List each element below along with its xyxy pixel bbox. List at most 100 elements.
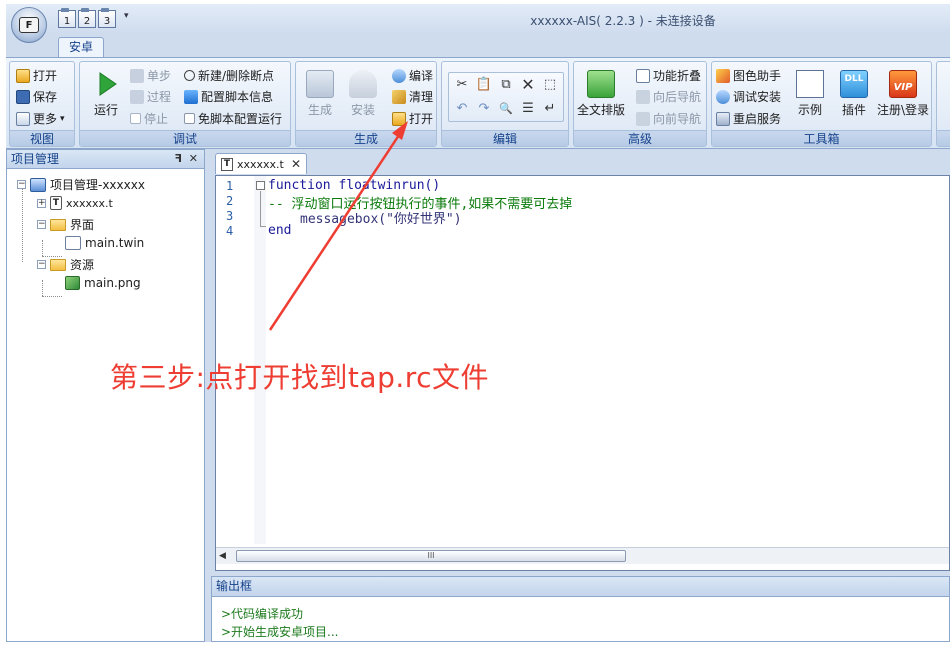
tree-node-script-file[interactable]: + T xxxxxx.t (37, 196, 113, 210)
indent-icon[interactable]: ☰ (519, 100, 537, 118)
close-icon[interactable]: ✕ (189, 150, 198, 168)
tree-root-node[interactable]: − 项目管理-xxxxxx (17, 176, 145, 193)
project-icon (30, 177, 46, 192)
close-tab-icon[interactable]: ✕ (291, 157, 301, 171)
vip-icon: VIP (889, 70, 918, 98)
compile-button[interactable]: 编译 (392, 67, 433, 84)
generate-button[interactable]: 生成 (306, 70, 334, 118)
code-line: messagebox("你好世界") (300, 212, 462, 227)
select-all-icon[interactable]: ⬚ (541, 76, 559, 94)
tree-node-resource-file[interactable]: main.png (65, 276, 141, 290)
annotation-text: 第三步:点打开找到tap.rc文件 (110, 361, 490, 394)
debug-install-icon (716, 89, 730, 104)
clean-button[interactable]: 清理 (392, 88, 433, 105)
output-line: >代码编译成功 (221, 607, 304, 621)
dll-icon: DLL (840, 70, 868, 98)
fold-icon (636, 68, 650, 83)
collapse-block-icon[interactable] (256, 181, 265, 190)
no-config-run-checkbox[interactable]: 免脚本配置运行 (184, 110, 282, 127)
ribbon-group-label-advanced: 高级 (574, 130, 706, 146)
chevron-down-icon: ▾ (60, 113, 65, 124)
output-line: >开始生成安卓项目... (221, 625, 339, 639)
ribbon-group-label-debug: 调试 (80, 130, 290, 146)
compile-icon (392, 68, 406, 83)
scrollbar-thumb[interactable]: III (236, 550, 626, 562)
tab-script-file[interactable]: T xxxxxx.t ✕ (215, 153, 307, 174)
expand-icon[interactable]: + (37, 198, 46, 208)
tree-node-resource-folder[interactable]: − 资源 (37, 256, 94, 273)
tab-android[interactable]: 安卓 (58, 37, 104, 58)
delete-icon[interactable]: ✕ (519, 76, 537, 94)
step-over-icon (130, 89, 144, 104)
window-title: xxxxxx-AIS( 2.2.3 ) - 未连接设备 (530, 14, 716, 28)
folder-icon (50, 218, 66, 231)
cut-icon[interactable]: ✂ (453, 76, 471, 94)
ribbon-group-view: 打开 保存 更多 ▾ 视图 (9, 61, 75, 147)
project-panel-title: 项目管理 (11, 152, 60, 166)
collapse-icon[interactable]: − (17, 180, 26, 189)
navigate-back-button[interactable]: 向后导航 (636, 88, 701, 105)
collapse-icon[interactable]: − (37, 220, 46, 229)
step-button[interactable]: 单步 (130, 67, 171, 84)
paste-icon[interactable]: 📋 (475, 76, 493, 94)
open-project-button[interactable]: 打开 (16, 67, 57, 84)
example-button[interactable]: 示例 (796, 70, 824, 118)
image-file-icon (65, 276, 80, 290)
function-fold-button[interactable]: 功能折叠 (636, 67, 701, 84)
undo-icon[interactable]: ↶ (453, 100, 471, 118)
ribbon-group-label-overflow (937, 130, 950, 146)
debug-install-button[interactable]: 调试安装 (716, 88, 781, 105)
app-logo-letter: F (19, 17, 39, 33)
ribbon-group-toolbox: 图色助手 调试安装 重启服务 示例 DLL 插件 VIP 注册\登录 工具箱 (711, 61, 932, 147)
tree-node-ui-folder[interactable]: − 界面 (37, 216, 94, 233)
edit-tools-box: ✂ 📋 ⧉ ✕ ⬚ ↶ ↷ 🔍 ☰ ↵ (448, 72, 564, 122)
pin-icon[interactable]: ꟻ (174, 150, 182, 168)
wrap-icon[interactable]: ↵ (541, 100, 559, 118)
ribbon-group-label-view: 视图 (10, 130, 74, 146)
tree-line (42, 280, 43, 296)
step-over-button[interactable]: 过程 (130, 88, 171, 105)
generate-icon (306, 70, 334, 98)
code-line: end (268, 223, 292, 238)
ribbon-tab-row: 安卓 (6, 34, 950, 58)
output-panel: 输出框 >代码编译成功 >开始生成安卓项目... (211, 576, 950, 642)
save-icon (16, 89, 30, 104)
checkbox-icon (184, 113, 195, 124)
application-menu-button[interactable]: F (11, 7, 47, 43)
example-icon (796, 70, 824, 98)
tree-line (42, 240, 43, 256)
folder-open-icon (16, 68, 30, 83)
ribbon-group-label-edit: 编辑 (442, 130, 568, 146)
ribbon-group-label-toolbox: 工具箱 (712, 130, 931, 146)
forward-icon (636, 111, 650, 126)
toggle-breakpoint-button[interactable]: 新建/删除断点 (184, 67, 274, 84)
restart-service-button[interactable]: 重启服务 (716, 110, 781, 127)
app-window: F 1 2 3 ▾ xxxxxx-AIS( 2.2.3 ) - 未连接设备 安卓… (6, 4, 950, 642)
collapse-icon[interactable]: − (37, 260, 46, 269)
redo-icon[interactable]: ↷ (475, 100, 493, 118)
checkbox-icon (130, 113, 141, 124)
folder-icon (50, 258, 66, 271)
horizontal-scrollbar[interactable]: ◀ III (216, 547, 949, 564)
scroll-left-icon[interactable]: ◀ (219, 551, 226, 561)
color-helper-button[interactable]: 图色助手 (716, 67, 781, 84)
more-dropdown-button[interactable]: 更多 ▾ (16, 110, 65, 127)
navigate-forward-button[interactable]: 向前导航 (636, 110, 701, 127)
register-login-button[interactable]: VIP 注册\登录 (877, 70, 929, 118)
plugin-button[interactable]: DLL 插件 (840, 70, 868, 118)
full-layout-button[interactable]: 全文排版 (577, 70, 625, 118)
save-button[interactable]: 保存 (16, 88, 57, 105)
config-script-button[interactable]: 配置脚本信息 (184, 88, 273, 105)
layout-icon (587, 70, 615, 98)
stop-checkbox[interactable]: 停止 (130, 110, 168, 127)
line-number: 1 (226, 179, 234, 193)
tree-node-ui-file[interactable]: main.twin (65, 236, 144, 250)
install-button[interactable]: 安装 (349, 70, 377, 118)
broom-icon (392, 89, 406, 104)
run-button[interactable]: 运行 (92, 70, 120, 118)
ribbon: 打开 保存 更多 ▾ 视图 运行 单步 过程 停止 新建/删除断点 配置脚本信息… (6, 57, 950, 149)
find-icon[interactable]: 🔍 (497, 100, 515, 118)
ribbon-group-label-build: 生成 (296, 130, 436, 146)
open-output-button[interactable]: 打开 (392, 110, 433, 127)
copy-icon[interactable]: ⧉ (497, 76, 515, 94)
